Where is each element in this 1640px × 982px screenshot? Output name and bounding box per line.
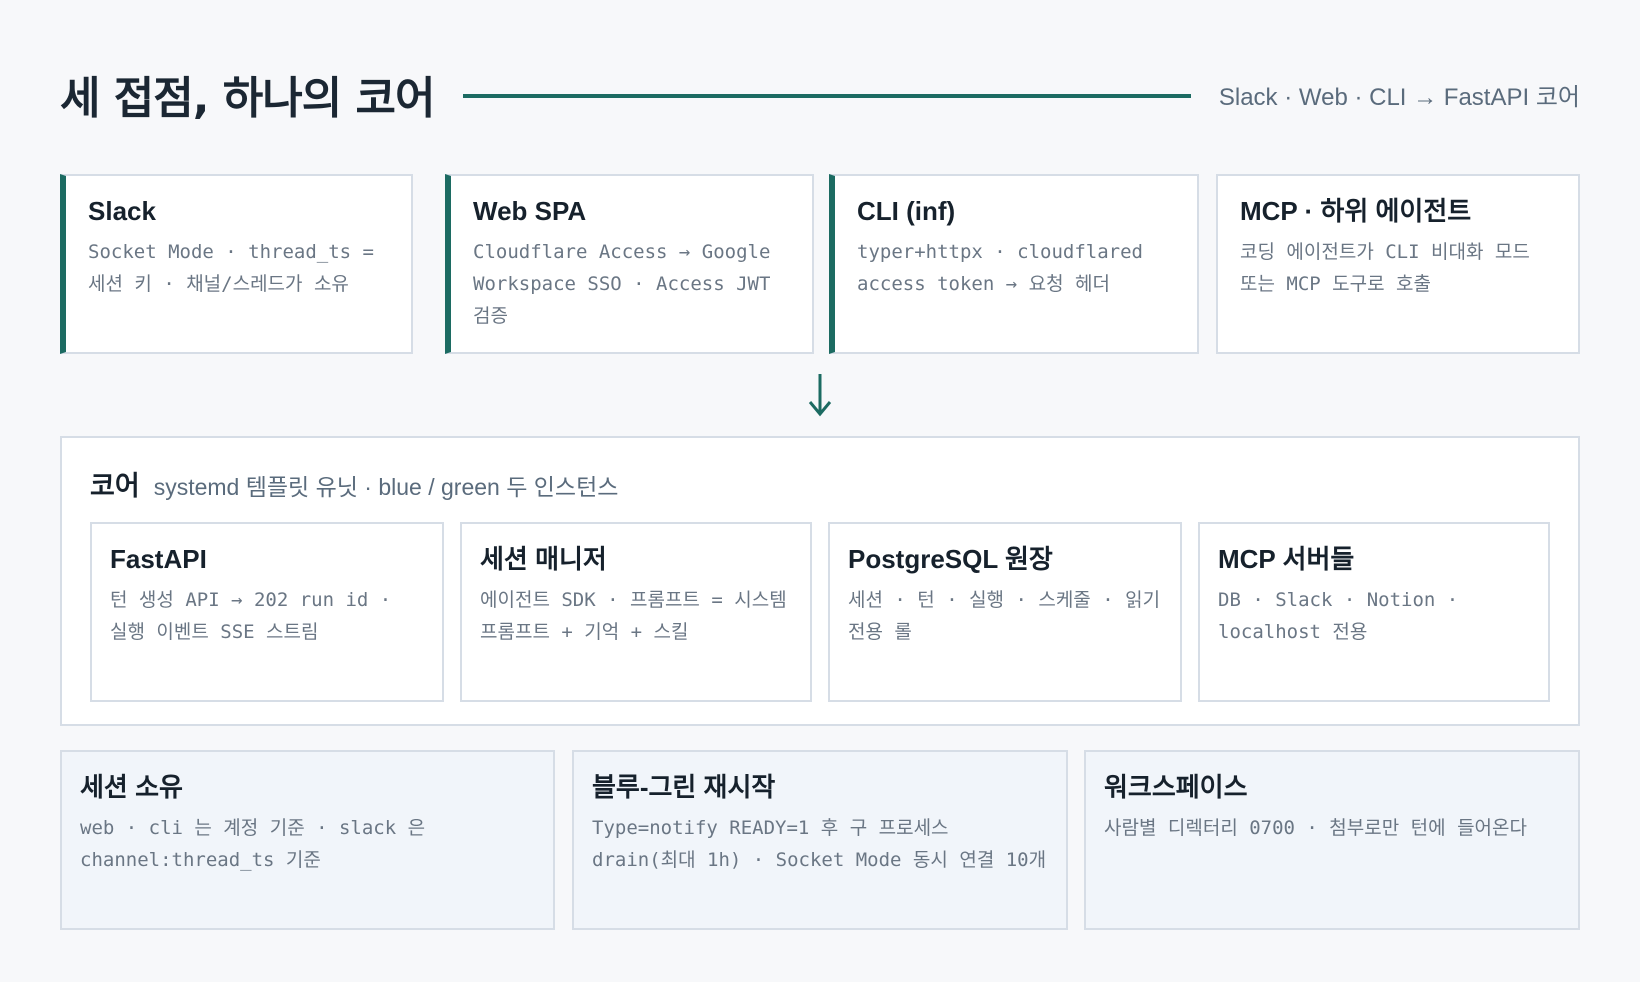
core-card-postgresql: PostgreSQL 원장 세션 · 턴 · 실행 · 스케줄 · 읽기 전용 … (828, 522, 1182, 702)
down-arrow-icon (808, 374, 832, 417)
note-card-session-ownership: 세션 소유 web · cli 는 계정 기준 · slack 은 channe… (60, 750, 555, 930)
entry-desc: typer+httpx · cloudflared access token →… (857, 241, 1143, 295)
note-card-blue-green: 블루-그린 재시작 Type=notify READY=1 후 구 프로세스 d… (572, 750, 1068, 930)
component-title: PostgreSQL 원장 (848, 544, 1053, 574)
entry-card-mcp: MCP · 하위 에이전트 코딩 에이전트가 CLI 비대화 모드 또는 MCP… (1216, 174, 1580, 354)
core-card-fastapi: FastAPI 턴 생성 API → 202 run id · 실행 이벤트 S… (90, 522, 444, 702)
note-title: 세션 소유 (80, 772, 183, 802)
core-card-session-manager: 세션 매니저 에이전트 SDK · 프롬프트 = 시스템 프롬프트 + 기억 +… (460, 522, 812, 702)
entry-card-cli: CLI (inf) typer+httpx · cloudflared acce… (829, 174, 1199, 354)
entry-title: MCP · 하위 에이전트 (1240, 196, 1472, 226)
entry-desc: Socket Mode · thread_ts = 세션 키 · 채널/스레드가… (88, 241, 374, 295)
entry-title: CLI (inf) (857, 196, 956, 226)
architecture-slide: 세 접점, 하나의 코어 Slack · Web · CLI → FastAPI… (0, 0, 1640, 982)
title-rule (462, 94, 1191, 98)
core-heading: 코어 systemd 템플릿 유닛 · blue / green 두 인스턴스 (90, 464, 618, 503)
entry-desc: Cloudflare Access → Google Workspace SSO… (473, 241, 771, 327)
component-desc: 세션 · 턴 · 실행 · 스케줄 · 읽기 전용 롤 (848, 589, 1161, 643)
header: 세 접점, 하나의 코어 Slack · Web · CLI → FastAPI… (60, 62, 1580, 126)
component-desc: DB · Slack · Notion · localhost 전용 (1218, 589, 1459, 643)
entry-title: Slack (88, 196, 156, 226)
note-title: 블루-그린 재시작 (592, 772, 776, 802)
note-card-workspace: 워크스페이스 사람별 디렉터리 0700 · 첨부로만 턴에 들어온다 (1084, 750, 1580, 930)
component-title: 세션 매니저 (480, 544, 607, 574)
note-title: 워크스페이스 (1104, 772, 1248, 802)
note-desc: Type=notify READY=1 후 구 프로세스 drain(최대 1h… (592, 817, 1047, 871)
entry-card-web-spa: Web SPA Cloudflare Access → Google Works… (445, 174, 814, 354)
component-title: FastAPI (110, 544, 207, 574)
note-desc: web · cli 는 계정 기준 · slack 은 channel:thre… (80, 817, 426, 871)
entry-title: Web SPA (473, 196, 587, 226)
entry-card-slack: Slack Socket Mode · thread_ts = 세션 키 · 채… (60, 174, 413, 354)
component-title: MCP 서버들 (1218, 544, 1355, 574)
component-desc: 에이전트 SDK · 프롬프트 = 시스템 프롬프트 + 기억 + 스킬 (480, 589, 787, 643)
core-container: 코어 systemd 템플릿 유닛 · blue / green 두 인스턴스 … (60, 436, 1580, 726)
core-card-mcp-servers: MCP 서버들 DB · Slack · Notion · localhost … (1198, 522, 1550, 702)
entry-desc: 코딩 에이전트가 CLI 비대화 모드 또는 MCP 도구로 호출 (1240, 241, 1530, 295)
page-subtitle: Slack · Web · CLI → FastAPI 코어 (1218, 83, 1580, 111)
core-subtitle: systemd 템플릿 유닛 · blue / green 두 인스턴스 (153, 474, 619, 500)
page-title: 세 접점, 하나의 코어 (60, 73, 436, 124)
note-desc: 사람별 디렉터리 0700 · 첨부로만 턴에 들어온다 (1104, 817, 1527, 839)
core-label: 코어 (90, 471, 140, 501)
component-desc: 턴 생성 API → 202 run id · 실행 이벤트 SSE 스트림 (110, 589, 392, 643)
